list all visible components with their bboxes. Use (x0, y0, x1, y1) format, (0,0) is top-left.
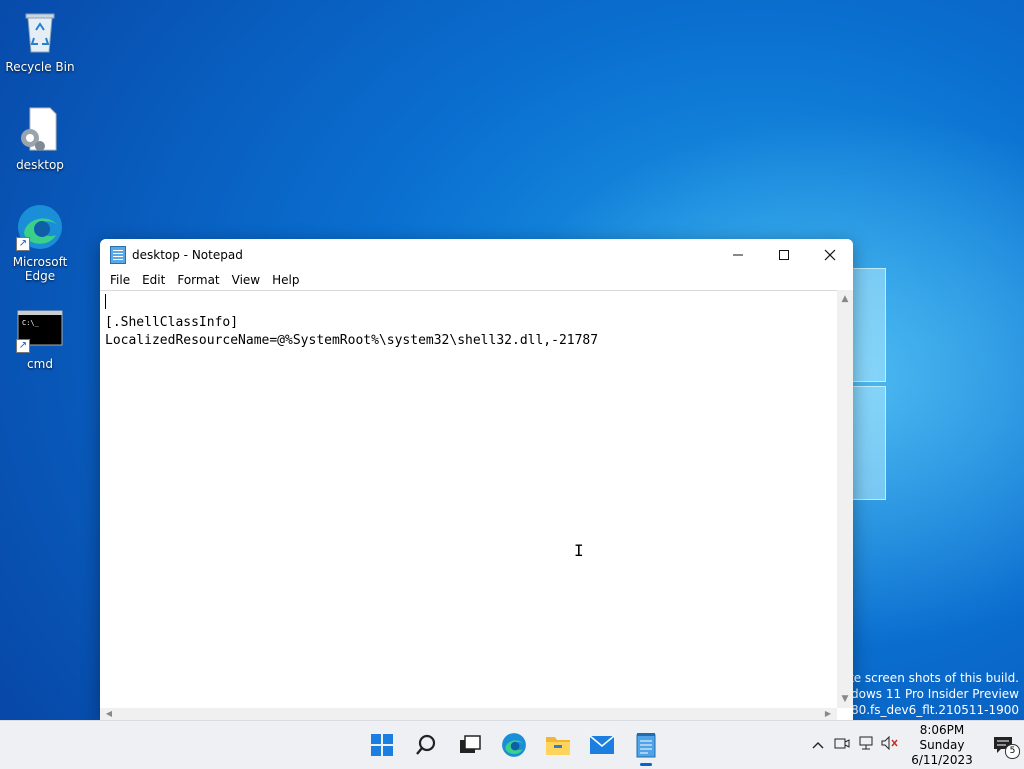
volume-muted-icon[interactable] (878, 735, 902, 754)
clock-time: 8:06PM (919, 722, 965, 737)
desktop-icon-label: cmd (27, 357, 53, 371)
vertical-scrollbar[interactable]: ▲ ▼ (837, 290, 853, 708)
text-editor[interactable]: [.ShellClassInfo] LocalizedResourceName=… (100, 290, 837, 708)
mail-button[interactable] (580, 721, 624, 769)
show-hidden-icons-chevron-icon[interactable] (806, 738, 830, 753)
text-caret (105, 294, 106, 309)
notepad-window[interactable]: desktop - Notepad File Edit Format View … (100, 239, 853, 720)
notepad-taskbar-button[interactable] (624, 721, 668, 769)
desktop-icon-label: Microsoft Edge (12, 255, 68, 283)
scroll-left-icon[interactable]: ◀ (102, 708, 116, 720)
ibeam-cursor-icon: I (574, 541, 584, 560)
menu-view[interactable]: View (226, 273, 266, 287)
file-explorer-icon (546, 737, 570, 755)
menu-edit[interactable]: Edit (136, 273, 171, 287)
clock-date: 6/11/2023 (911, 752, 973, 767)
horizontal-scrollbar[interactable]: ◀ ▶ (100, 708, 837, 720)
desktop-icon-label: Recycle Bin (5, 60, 75, 74)
desktop-icon-desktop-ini[interactable]: desktop (0, 106, 80, 172)
window-title: desktop - Notepad (132, 247, 243, 262)
search-icon (416, 734, 436, 755)
menu-bar: File Edit Format View Help (100, 270, 853, 290)
shortcut-arrow-icon: ↗ (16, 237, 30, 251)
scroll-right-icon[interactable]: ▶ (821, 708, 835, 720)
scroll-up-icon[interactable]: ▲ (837, 292, 853, 306)
edge-icon (502, 733, 526, 757)
meet-now-icon[interactable] (830, 736, 854, 754)
title-bar[interactable]: desktop - Notepad (100, 239, 853, 270)
search-button[interactable] (404, 721, 448, 769)
desktop-icon-cmd[interactable]: C:\_ ↗ cmd (0, 305, 80, 371)
start-button[interactable] (360, 721, 404, 769)
maximize-button[interactable] (761, 239, 807, 270)
task-view-button[interactable] (448, 721, 492, 769)
editor-content[interactable]: [.ShellClassInfo] LocalizedResourceName=… (100, 291, 837, 355)
network-icon[interactable] (854, 736, 878, 754)
menu-help[interactable]: Help (266, 273, 305, 287)
menu-file[interactable]: File (104, 273, 136, 287)
command-prompt-icon: C:\_ ↗ (16, 305, 64, 353)
notification-center-button[interactable]: 5 (982, 721, 1024, 769)
taskbar: 8:06PM Sunday 6/11/2023 5 (0, 720, 1024, 769)
clock-day: Sunday (919, 737, 965, 752)
settings-file-icon (16, 106, 64, 154)
notification-count-badge: 5 (1005, 744, 1020, 759)
notepad-icon (636, 733, 656, 758)
start-icon (371, 734, 393, 756)
task-view-icon (460, 735, 481, 753)
notepad-icon (110, 245, 126, 264)
edge-icon: ↗ (16, 203, 64, 251)
close-button[interactable] (807, 239, 853, 270)
mail-icon (589, 735, 615, 754)
recycle-bin-icon (16, 8, 64, 56)
taskbar-clock[interactable]: 8:06PM Sunday 6/11/2023 (902, 723, 982, 768)
taskbar-apps (360, 721, 668, 769)
desktop-icon-recycle-bin[interactable]: Recycle Bin (0, 8, 80, 74)
desktop-icon-edge[interactable]: ↗ Microsoft Edge (0, 203, 80, 283)
minimize-button[interactable] (715, 239, 761, 270)
svg-text:C:\_: C:\_ (22, 319, 40, 327)
scroll-down-icon[interactable]: ▼ (837, 692, 853, 706)
desktop-icon-label: desktop (16, 158, 64, 172)
shortcut-arrow-icon: ↗ (16, 339, 30, 353)
edge-taskbar-button[interactable] (492, 721, 536, 769)
system-tray: 8:06PM Sunday 6/11/2023 5 (806, 721, 1024, 769)
file-explorer-button[interactable] (536, 721, 580, 769)
menu-format[interactable]: Format (171, 273, 225, 287)
